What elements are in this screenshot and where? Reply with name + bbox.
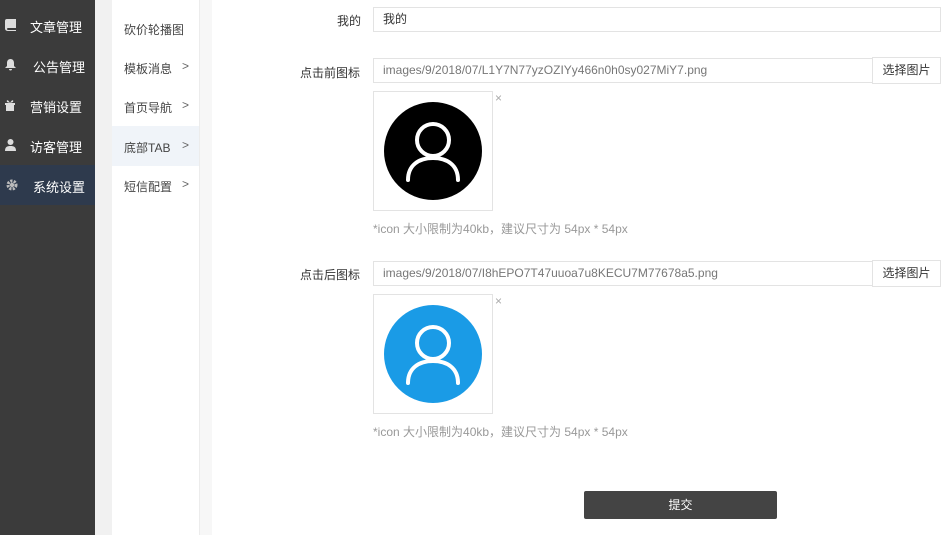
name-label: 我的 bbox=[337, 14, 362, 28]
chevron-right-icon: > bbox=[182, 177, 190, 191]
gift-icon bbox=[4, 98, 16, 112]
icon-before-preview bbox=[373, 91, 493, 211]
sidebar-item-label: 营销设置 bbox=[30, 100, 83, 115]
submenu-item-label: 短信配置 bbox=[124, 180, 173, 194]
name-input[interactable]: 我的 bbox=[373, 7, 941, 32]
choose-image-button[interactable]: 选择图片 bbox=[872, 57, 941, 84]
user-outline-icon bbox=[406, 325, 460, 385]
submenu-item-template-messages[interactable]: 模板消息 > bbox=[112, 47, 199, 87]
icon-before-label: 点击前图标 bbox=[300, 66, 361, 80]
sidebar-item-visitors[interactable]: 访客管理 bbox=[0, 125, 95, 165]
user-icon bbox=[4, 138, 16, 152]
user-outline-icon bbox=[406, 122, 460, 182]
sidebar-item-label: 访客管理 bbox=[30, 140, 83, 155]
sidebar-item-label: 公告管理 bbox=[33, 60, 86, 75]
submenu-item-label: 首页导航 bbox=[124, 101, 173, 115]
sidebar-item-marketing[interactable]: 营销设置 bbox=[0, 85, 95, 125]
icon-after-preview bbox=[373, 294, 493, 414]
submenu-item-bargain-carousel[interactable]: 砍价轮播图 bbox=[112, 8, 199, 48]
submenu-item-label: 底部TAB bbox=[124, 141, 171, 155]
choose-image-button[interactable]: 选择图片 bbox=[872, 260, 941, 287]
sidebar-item-articles[interactable]: 文章管理 bbox=[0, 5, 95, 45]
submenu-item-bottom-tab[interactable]: 底部TAB > bbox=[112, 126, 199, 166]
remove-image-icon[interactable]: × bbox=[495, 294, 502, 308]
chevron-right-icon: > bbox=[182, 98, 190, 112]
icon-after-path-input[interactable]: images/9/2018/07/I8hEPO7T47uuoa7u8KECU7M… bbox=[373, 261, 873, 286]
avatar-user-icon bbox=[384, 102, 482, 200]
submenu-item-sms-config[interactable]: 短信配置 > bbox=[112, 165, 199, 205]
sidebar-gutter bbox=[95, 0, 112, 535]
size-hint: *icon 大小限制为40kb，建议尺寸为 54px * 54px bbox=[373, 222, 628, 236]
sidebar-item-label: 文章管理 bbox=[30, 20, 83, 35]
sidebar-item-announcements[interactable]: 公告管理 bbox=[0, 45, 95, 85]
content-gutter bbox=[200, 0, 212, 535]
submenu-item-home-nav[interactable]: 首页导航 > bbox=[112, 86, 199, 126]
submenu-item-label: 砍价轮播图 bbox=[124, 23, 185, 37]
bell-icon bbox=[4, 58, 16, 72]
icon-after-label: 点击后图标 bbox=[300, 268, 361, 282]
size-hint: *icon 大小限制为40kb，建议尺寸为 54px * 54px bbox=[373, 425, 628, 439]
icon-before-path-input[interactable]: images/9/2018/07/L1Y7N77yzOZIYy466n0h0sy… bbox=[373, 58, 873, 83]
sidebar-item-system-settings[interactable]: 系统设置 bbox=[0, 165, 95, 205]
submenu-item-label: 模板消息 bbox=[124, 62, 173, 76]
sub-menu: 砍价轮播图 模板消息 > 首页导航 > 底部TAB > 短信配置 > bbox=[112, 0, 200, 535]
main-sidebar: 文章管理 公告管理 营销设置 访客管理 系统设置 bbox=[0, 0, 95, 535]
chevron-right-icon: > bbox=[182, 59, 190, 73]
gear-icon bbox=[6, 178, 18, 192]
avatar-user-icon bbox=[384, 305, 482, 403]
sidebar-item-label: 系统设置 bbox=[33, 180, 86, 195]
chevron-right-icon: > bbox=[182, 138, 190, 152]
book-icon bbox=[4, 18, 16, 32]
submit-button[interactable]: 提交 bbox=[584, 491, 777, 519]
remove-image-icon[interactable]: × bbox=[495, 91, 502, 105]
